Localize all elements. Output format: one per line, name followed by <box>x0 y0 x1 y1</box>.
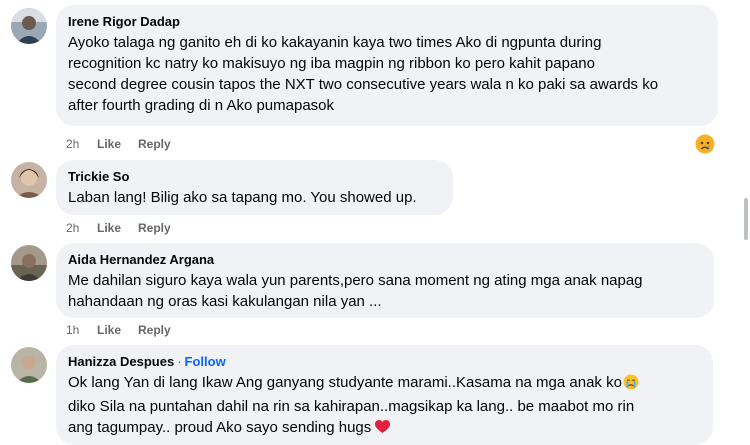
comment-text-line: hahandaan ng oras kasi kakulangan nila y… <box>68 293 382 310</box>
comment-bubble: Trickie So Laban lang! Bilig ako sa tapa… <box>56 160 453 215</box>
reply-button[interactable]: Reply <box>138 323 171 337</box>
comment-text: Ok lang Yan di lang Ikaw Ang ganyang stu… <box>68 372 701 440</box>
comment-text-line: Ok lang Yan di lang Ikaw Ang ganyang stu… <box>68 372 701 396</box>
comment-text-segment: ang tagumpay.. proud Ako sayo sending hu… <box>68 419 372 436</box>
comment-text: Ayoko talaga ng ganito eh di ko kakayani… <box>68 32 706 116</box>
red-heart-emoji-icon <box>375 419 391 440</box>
comment-text-line: second degree cousin tapos the NXT two c… <box>68 76 659 93</box>
reply-button[interactable]: Reply <box>138 137 171 151</box>
comment-text-line: diko Sila na puntahan dahil na rin sa ka… <box>68 398 635 415</box>
comment-text-line: after fourth grading di n Ako pumapasok <box>68 97 335 114</box>
comment-author[interactable]: Trickie So <box>68 168 441 185</box>
comment-timestamp[interactable]: 2h <box>66 221 97 235</box>
reply-button[interactable]: Reply <box>138 221 171 235</box>
comment-bubble: Aida Hernandez Argana Me dahilan siguro … <box>56 243 714 318</box>
comment-text-line: ang tagumpay.. proud Ako sayo sending hu… <box>68 417 701 440</box>
avatar[interactable] <box>11 8 47 44</box>
separator-dot: · <box>177 354 182 369</box>
comment-timestamp[interactable]: 2h <box>66 137 97 151</box>
comment-text-line: Ayoko talaga ng ganito eh di ko kakayani… <box>68 34 602 51</box>
comment-author[interactable]: Irene Rigor Dadap <box>68 13 706 30</box>
comment-actions: 2h Like Reply <box>66 221 171 235</box>
crying-face-emoji-icon <box>623 374 639 396</box>
avatar[interactable] <box>11 347 47 383</box>
comment-text-line: recognition kc natry ko makisuyo ng iba … <box>68 55 595 72</box>
comment-text-segment: Ok lang Yan di lang Ikaw Ang ganyang stu… <box>68 374 622 391</box>
sad-reaction-icon[interactable] <box>695 134 715 154</box>
comment-text-line: Laban lang! Bilig ako sa tapang mo. You … <box>68 189 417 206</box>
comment-author[interactable]: Hanizza Despues <box>68 354 174 369</box>
like-button[interactable]: Like <box>97 323 138 337</box>
like-button[interactable]: Like <box>97 221 138 235</box>
avatar[interactable] <box>11 245 47 281</box>
comment-text: Me dahilan siguro kaya wala yun parents,… <box>68 270 702 312</box>
comment-bubble: Hanizza Despues · Follow Ok lang Yan di la… <box>56 345 713 445</box>
follow-button[interactable]: Follow <box>185 354 226 369</box>
comment-author[interactable]: Aida Hernandez Argana <box>68 251 702 268</box>
comment-actions: 2h Like Reply <box>66 137 171 151</box>
avatar[interactable] <box>11 162 47 198</box>
comment-text: Laban lang! Bilig ako sa tapang mo. You … <box>68 187 441 208</box>
comment-bubble: Irene Rigor Dadap Ayoko talaga ng ganito… <box>56 5 718 126</box>
like-button[interactable]: Like <box>97 137 138 151</box>
comment-author-row: Hanizza Despues · Follow <box>68 353 701 370</box>
scrollbar-thumb[interactable] <box>744 198 748 240</box>
scrollbar[interactable] <box>742 198 750 240</box>
comment-text-line: Me dahilan siguro kaya wala yun parents,… <box>68 272 643 289</box>
comment-timestamp[interactable]: 1h <box>66 323 97 337</box>
comment-actions: 1h Like Reply <box>66 323 171 337</box>
